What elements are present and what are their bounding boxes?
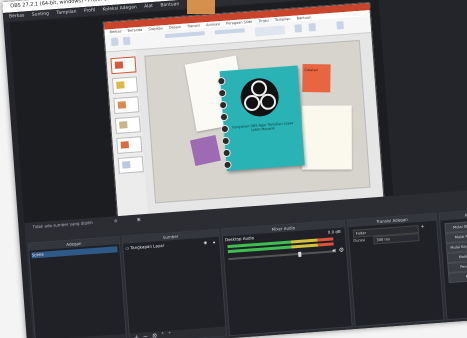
slide-thumbnails — [105, 50, 149, 219]
source-settings-icon[interactable]: ⚙ — [152, 333, 158, 338]
notebook-graphic: Fungsikan OBS Agar Tampilan Layar Lebih … — [217, 65, 305, 171]
transitions-dock: Transisi Adegan Fudar + Durasi 300 ms — [346, 212, 445, 328]
paste-icon — [110, 37, 119, 47]
sticky-note-orange: Catatan — [302, 63, 331, 93]
menu-edit[interactable]: Sunting — [32, 12, 50, 18]
volume-knob[interactable] — [298, 251, 302, 257]
new-slide-icon — [122, 36, 131, 46]
sticky-note-text: Catatan — [304, 68, 318, 73]
slide-thumb-5[interactable] — [116, 136, 143, 154]
properties-icon[interactable]: ⚙ — [114, 218, 118, 223]
mixer-settings-icon[interactable]: ⚙ — [338, 247, 344, 254]
powerpoint-capture: Berkas Beranda Sisipkan Desain Transisi … — [102, 2, 385, 220]
lock-icon[interactable]: 🔒︎ — [213, 239, 216, 245]
slide-thumb-4[interactable] — [114, 116, 141, 135]
photo-stage: OBS 27.2.1 (64-bit, windows) - Profil: U… — [0, 0, 467, 338]
filters-icon[interactable]: ▣ — [137, 216, 141, 221]
slide-thumb-3[interactable] — [113, 96, 140, 115]
visibility-icon[interactable]: ◉ — [203, 240, 207, 246]
main-slide[interactable]: Catatan Fungsikan OBS Agar Tampilan Laya… — [144, 39, 371, 204]
mixer-channel-name: Desktop Audio — [224, 235, 255, 243]
duration-label: Durasi — [353, 238, 366, 243]
scenes-dock: Adegan Scene +−˄˅ — [27, 236, 128, 338]
mixer-level: 0.0 dB — [327, 228, 341, 235]
menu-tools[interactable]: Alat — [144, 4, 153, 10]
shapes-icon — [254, 25, 286, 37]
menu-profile[interactable]: Profil — [84, 8, 96, 14]
styles-icon — [308, 23, 316, 32]
menu-help[interactable]: Bantuan — [160, 2, 179, 8]
find-icon — [336, 21, 344, 30]
preview-area[interactable]: Berkas Beranda Sisipkan Desain Transisi … — [9, 0, 394, 230]
menu-view[interactable]: Tampilan — [56, 10, 76, 16]
remove-source-icon[interactable]: − — [143, 333, 149, 338]
font-box-icon — [164, 31, 205, 39]
add-source-icon[interactable]: + — [134, 334, 140, 338]
notebook-title: Fungsikan OBS Agar Tampilan Layar Lebih … — [232, 121, 294, 133]
audio-mixer-dock: Mixer Audio Desktop Audio 0.0 dB 🔊︎ ⚙ — [221, 219, 353, 337]
tape-decoration — [187, 0, 215, 14]
source-item-label: Tangkapan Layar — [130, 242, 165, 251]
obs-logo-icon — [239, 77, 281, 118]
source-up-icon[interactable]: ˄ — [161, 332, 165, 338]
menu-scene-collection[interactable]: Koleksi Adegan — [102, 5, 137, 12]
controls-title: Kontrol — [439, 208, 467, 221]
slide-thumb-1[interactable] — [110, 56, 137, 75]
pp-tab: Tinjau — [258, 18, 269, 24]
lined-paper — [301, 105, 352, 170]
scenes-toolbar: +−˄˅ — [35, 333, 127, 338]
slide-thumb-6[interactable] — [117, 156, 144, 174]
paragraph-icon — [214, 28, 245, 35]
speaker-icon[interactable]: 🔊︎ — [332, 247, 336, 255]
arrange-icon — [294, 24, 303, 33]
source-down-icon[interactable]: ˅ — [168, 332, 172, 338]
add-transition-icon[interactable]: + — [420, 224, 425, 230]
sticky-note-purple — [189, 135, 221, 166]
monitor-screen: OBS 27.2.1 (64-bit, windows) - Profil: U… — [2, 0, 467, 338]
menu-file[interactable]: Berkas — [9, 13, 25, 19]
slide-thumb-2[interactable] — [111, 76, 138, 95]
sources-toolbar: + − ⚙ ˄ ˅ — [129, 326, 227, 338]
sources-dock: Sumber ▭ Tangkapan Layar ◉ 🔒︎ + − ⚙ ˄ ˅ — [121, 228, 228, 338]
